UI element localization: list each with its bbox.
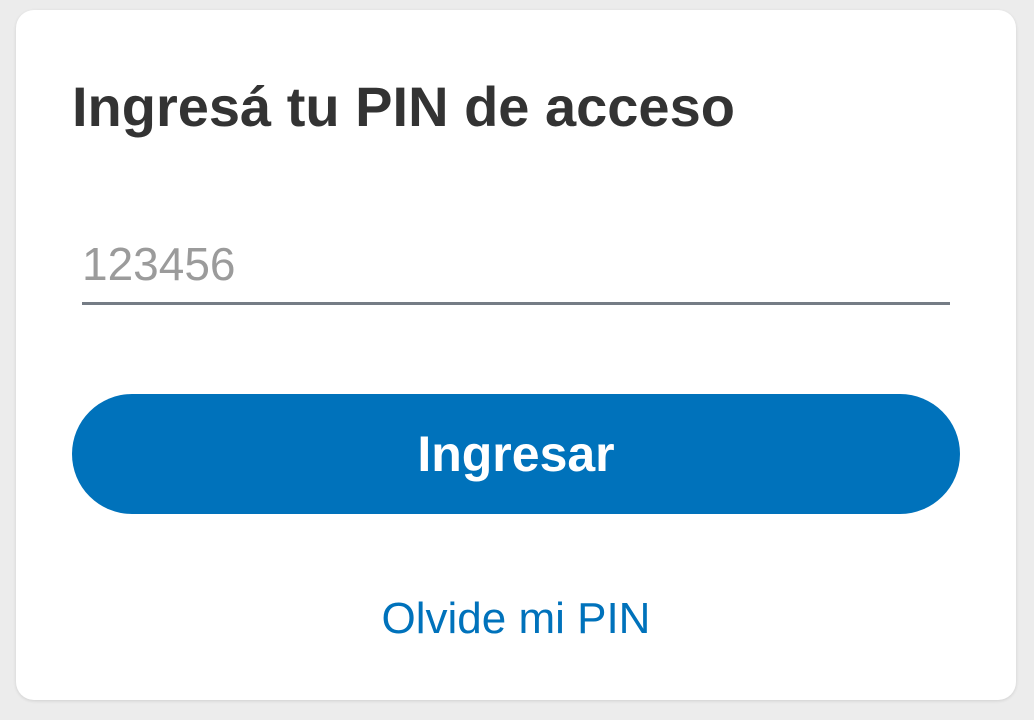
pin-input[interactable]: [82, 234, 950, 294]
forgot-pin-link[interactable]: Olvide mi PIN: [16, 594, 1016, 644]
pin-card: Ingresá tu PIN de acceso Ingresar Olvide…: [16, 10, 1016, 700]
submit-button[interactable]: Ingresar: [72, 394, 960, 514]
pin-field: [82, 234, 950, 305]
page-title: Ingresá tu PIN de acceso: [72, 75, 735, 138]
